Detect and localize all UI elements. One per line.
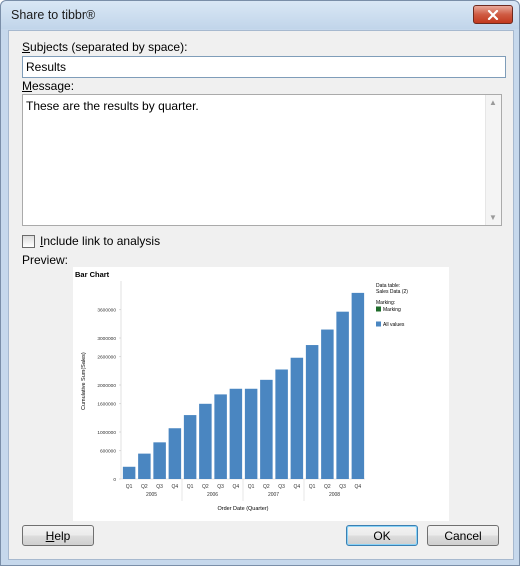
chart-bars	[122, 292, 365, 479]
ok-button[interactable]: OK	[346, 525, 418, 546]
include-link-label[interactable]: Include link to analysis	[40, 234, 160, 248]
window-title: Share to tibbr®	[11, 8, 96, 22]
x-group-label: 2005	[146, 492, 157, 498]
chart-bar	[138, 453, 151, 479]
chart-bar	[199, 403, 212, 479]
x-tick-label: Q3	[156, 484, 163, 490]
x-tick-label: Q1	[248, 484, 255, 490]
message-text: These are the results by quarter.	[26, 99, 199, 113]
x-axis-label: Order Date (Quarter)	[217, 506, 268, 512]
message-textarea[interactable]: These are the results by quarter. ▲ ▼	[22, 94, 502, 226]
x-group-label: 2007	[268, 492, 279, 498]
x-tick-label: Q1	[187, 484, 194, 490]
y-tick-label: 3000000	[97, 336, 116, 342]
x-tick-label: Q4	[172, 484, 179, 490]
close-icon	[487, 9, 499, 20]
x-tick-label: Q2	[202, 484, 209, 490]
dialog-body: Subjects (separated by space): Message: …	[8, 30, 514, 560]
y-tick-label: 1000000	[97, 430, 116, 436]
x-tick-label: Q2	[324, 484, 331, 490]
y-axis-label: Cumulative Sum(Sales)	[81, 352, 87, 410]
close-button[interactable]	[473, 5, 513, 24]
x-tick-label: Q3	[278, 484, 285, 490]
title-bar: Share to tibbr®	[1, 1, 519, 29]
chart-bar	[290, 357, 304, 479]
legend-marking-swatch	[376, 306, 381, 312]
legend-series-swatch	[376, 321, 381, 327]
chart-title: Bar Chart	[75, 270, 110, 279]
chart-bar	[321, 329, 334, 479]
scroll-down-arrow-icon[interactable]: ▼	[489, 213, 497, 222]
chart-bar	[214, 394, 227, 479]
legend-data-table-value: Sales Data (2)	[376, 289, 408, 295]
message-scrollbar[interactable]: ▲ ▼	[485, 95, 501, 225]
message-label: Message:	[22, 79, 75, 93]
y-tick-label: 3600000	[97, 308, 116, 314]
cancel-button[interactable]: Cancel	[427, 525, 499, 546]
chart-bar	[229, 388, 243, 479]
x-tick-label: Q4	[294, 484, 301, 490]
y-tick-label: 600000	[100, 449, 116, 455]
chart-bar	[122, 466, 136, 479]
chart-bar	[275, 369, 288, 479]
chart-preview: Bar Chart Cumulative Sum(Sales) Order Da…	[73, 267, 449, 521]
x-tick-label: Q3	[339, 484, 346, 490]
legend-marking-label: Marking:	[376, 300, 395, 306]
chart-bar	[351, 292, 365, 479]
scroll-up-arrow-icon[interactable]: ▲	[489, 98, 497, 107]
chart-bar	[336, 311, 349, 479]
x-group-label: 2008	[329, 492, 340, 498]
share-dialog: Share to tibbr® Subjects (separated by s…	[0, 0, 520, 566]
y-tick-label: 1600000	[97, 402, 116, 408]
subjects-input[interactable]	[22, 56, 506, 78]
x-tick-label: Q1	[309, 484, 316, 490]
chart-bar	[153, 442, 166, 479]
legend-series-label: All values	[383, 322, 405, 328]
x-tick-label: Q4	[233, 484, 240, 490]
chart-bar	[305, 345, 319, 479]
help-button[interactable]: Help	[22, 525, 94, 546]
x-tick-label: Q2	[141, 484, 148, 490]
legend-marking-value: Marking	[383, 307, 401, 313]
preview-label: Preview:	[22, 253, 69, 267]
bar-chart: Bar Chart Cumulative Sum(Sales) Order Da…	[75, 270, 408, 512]
x-group-label: 2006	[207, 492, 218, 498]
include-link-checkbox[interactable]	[22, 235, 35, 248]
subjects-label: Subjects (separated by space):	[22, 40, 188, 54]
x-tick-label: Q2	[263, 484, 270, 490]
chart-bar	[260, 379, 273, 479]
y-tick-label: 2000000	[97, 383, 116, 389]
chart-legend: Data table: Sales Data (2) Marking: Mark…	[376, 283, 408, 328]
chart-bar	[244, 388, 258, 479]
x-tick-label: Q4	[355, 484, 362, 490]
chart-bar	[183, 415, 197, 479]
x-tick-label: Q1	[126, 484, 133, 490]
y-tick-label: 2600000	[97, 355, 116, 361]
x-tick-label: Q3	[217, 484, 224, 490]
y-tick-label: 0	[113, 477, 116, 483]
chart-bar	[168, 428, 182, 479]
